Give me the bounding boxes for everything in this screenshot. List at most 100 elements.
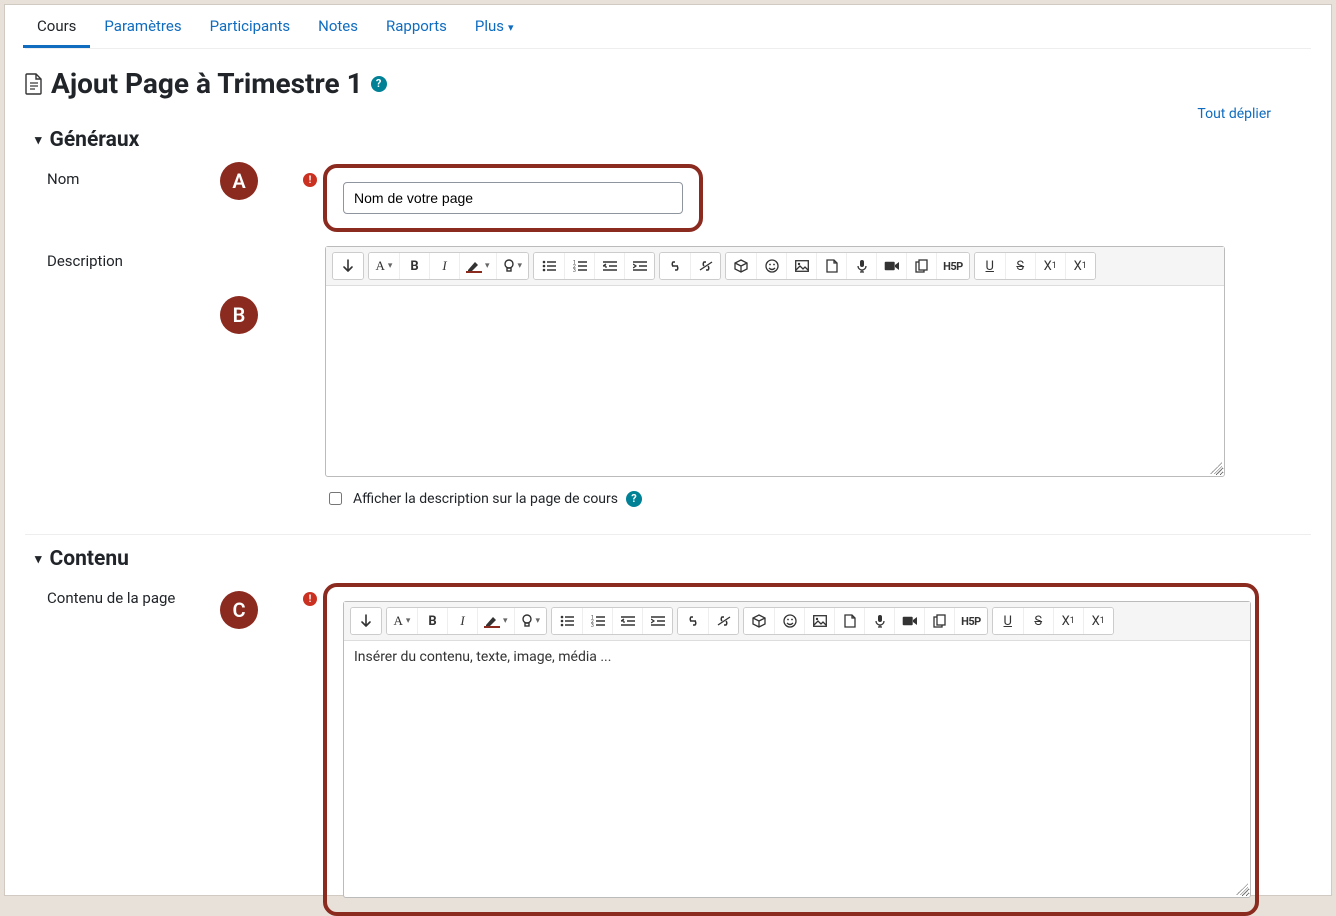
- toolbar-h5p-button[interactable]: H5P: [954, 608, 987, 634]
- page-icon: [25, 73, 43, 95]
- toolbar-headings-button[interactable]: A▾: [387, 608, 417, 634]
- required-icon: !: [303, 173, 317, 187]
- caret-down-icon: ▾: [406, 616, 411, 626]
- expand-all-link[interactable]: Tout déplier: [1197, 106, 1271, 122]
- section-divider: [25, 534, 1311, 535]
- section-toggle-contenu[interactable]: ▾ Contenu: [35, 547, 1311, 571]
- highlight-contenu: A▾ B I ▾ ▾ 123: [323, 583, 1259, 916]
- section-toggle-generaux[interactable]: ▾ Généraux: [35, 128, 1311, 152]
- label-description: Description: [47, 252, 123, 270]
- tab-cours[interactable]: Cours: [23, 5, 90, 48]
- toolbar-outdent-button[interactable]: [594, 253, 624, 279]
- nom-input[interactable]: [343, 182, 683, 214]
- resize-handle[interactable]: [1210, 462, 1222, 474]
- help-icon[interactable]: ?: [371, 76, 387, 92]
- section-heading-contenu: Contenu: [50, 547, 129, 571]
- toolbar-emoji-button[interactable]: [756, 253, 786, 279]
- highlight-nom: [323, 164, 703, 232]
- toolbar-unlink-button[interactable]: [708, 608, 738, 634]
- tab-rapports[interactable]: Rapports: [372, 5, 461, 48]
- toolbar-italic-button[interactable]: I: [429, 253, 459, 279]
- toolbar-bold-button[interactable]: B: [417, 608, 447, 634]
- toolbar-file-button[interactable]: [834, 608, 864, 634]
- toolbar-video-button[interactable]: [894, 608, 924, 634]
- annotation-a: A: [220, 162, 258, 200]
- page-title: Ajout Page à Trimestre 1: [51, 67, 363, 100]
- caret-down-icon: ▾: [485, 261, 490, 271]
- toolbar-indent-button[interactable]: [624, 253, 654, 279]
- section-heading-generaux: Généraux: [50, 128, 140, 152]
- toolbar-ol-button[interactable]: 123: [582, 608, 612, 634]
- toolbar-copy-button[interactable]: [906, 253, 936, 279]
- toolbar-highlight-button[interactable]: ▾: [477, 608, 514, 634]
- label-nom: Nom: [47, 170, 79, 188]
- toolbar-package-button[interactable]: [726, 253, 756, 279]
- toolbar-strike-button[interactable]: S: [1005, 253, 1035, 279]
- required-icon: !: [303, 592, 317, 606]
- help-icon[interactable]: ?: [626, 491, 642, 507]
- toolbar-strike-button[interactable]: S: [1023, 608, 1053, 634]
- tab-plus[interactable]: Plus ▾: [461, 5, 528, 48]
- chevron-down-icon: ▾: [35, 133, 42, 148]
- show-description-label: Afficher la description sur la page de c…: [353, 491, 618, 507]
- toolbar-italic-button[interactable]: I: [447, 608, 477, 634]
- toolbar-bulb-button[interactable]: ▾: [514, 608, 547, 634]
- toolbar-image-button[interactable]: [786, 253, 816, 279]
- toolbar-underline-button[interactable]: U: [993, 608, 1023, 634]
- tab-participants[interactable]: Participants: [196, 5, 305, 48]
- label-contenu: Contenu de la page: [47, 589, 175, 607]
- svg-text:3: 3: [573, 268, 576, 272]
- toolbar-file-button[interactable]: [816, 253, 846, 279]
- toolbar-ul-button[interactable]: [552, 608, 582, 634]
- tab-plus-label: Plus: [475, 17, 504, 35]
- editor-toolbar-description: A▾ B I ▾ ▾ 123: [326, 247, 1224, 286]
- toolbar-image-button[interactable]: [804, 608, 834, 634]
- caret-down-icon: ▾: [518, 261, 523, 271]
- toolbar-h5p-button[interactable]: H5P: [936, 253, 969, 279]
- toolbar-video-button[interactable]: [876, 253, 906, 279]
- toolbar-ol-button[interactable]: 123: [564, 253, 594, 279]
- toolbar-mic-button[interactable]: [864, 608, 894, 634]
- toolbar-expand-button[interactable]: [351, 608, 381, 634]
- toolbar-outdent-button[interactable]: [612, 608, 642, 634]
- toolbar-highlight-button[interactable]: ▾: [459, 253, 496, 279]
- tab-notes[interactable]: Notes: [304, 5, 372, 48]
- svg-text:3: 3: [591, 623, 594, 627]
- caret-down-icon: ▾: [388, 261, 393, 271]
- toolbar-expand-button[interactable]: [333, 253, 363, 279]
- contenu-textarea[interactable]: Insérer du contenu, texte, image, média …: [344, 641, 1250, 897]
- toolbar-bold-button[interactable]: B: [399, 253, 429, 279]
- editor-toolbar-contenu: A▾ B I ▾ ▾ 123: [344, 602, 1250, 641]
- annotation-c: C: [220, 591, 258, 629]
- annotation-b: B: [220, 296, 258, 334]
- toolbar-bulb-button[interactable]: ▾: [496, 253, 529, 279]
- toolbar-headings-button[interactable]: A▾: [369, 253, 399, 279]
- toolbar-indent-button[interactable]: [642, 608, 672, 634]
- toolbar-package-button[interactable]: [744, 608, 774, 634]
- course-tabs: Cours Paramètres Participants Notes Rapp…: [5, 5, 1331, 48]
- toolbar-ul-button[interactable]: [534, 253, 564, 279]
- toolbar-copy-button[interactable]: [924, 608, 954, 634]
- caret-down-icon: ▾: [536, 616, 541, 626]
- contenu-editor: A▾ B I ▾ ▾ 123: [343, 601, 1251, 898]
- toolbar-link-button[interactable]: [678, 608, 708, 634]
- toolbar-emoji-button[interactable]: [774, 608, 804, 634]
- caret-down-icon: ▾: [503, 616, 508, 626]
- toolbar-underline-button[interactable]: U: [975, 253, 1005, 279]
- chevron-down-icon: ▾: [508, 21, 514, 34]
- toolbar-superscript-button[interactable]: X1: [1083, 608, 1113, 634]
- resize-handle[interactable]: [1236, 883, 1248, 895]
- description-textarea[interactable]: [326, 286, 1224, 476]
- contenu-body-text: Insérer du contenu, texte, image, média …: [354, 649, 611, 665]
- tabs-divider: [25, 48, 1311, 49]
- toolbar-unlink-button[interactable]: [690, 253, 720, 279]
- toolbar-superscript-button[interactable]: X1: [1065, 253, 1095, 279]
- toolbar-mic-button[interactable]: [846, 253, 876, 279]
- toolbar-subscript-button[interactable]: X1: [1035, 253, 1065, 279]
- show-description-checkbox[interactable]: [329, 492, 342, 505]
- chevron-down-icon: ▾: [35, 552, 42, 567]
- toolbar-subscript-button[interactable]: X1: [1053, 608, 1083, 634]
- tab-parametres[interactable]: Paramètres: [90, 5, 195, 48]
- description-editor: A▾ B I ▾ ▾ 123: [325, 246, 1225, 477]
- toolbar-link-button[interactable]: [660, 253, 690, 279]
